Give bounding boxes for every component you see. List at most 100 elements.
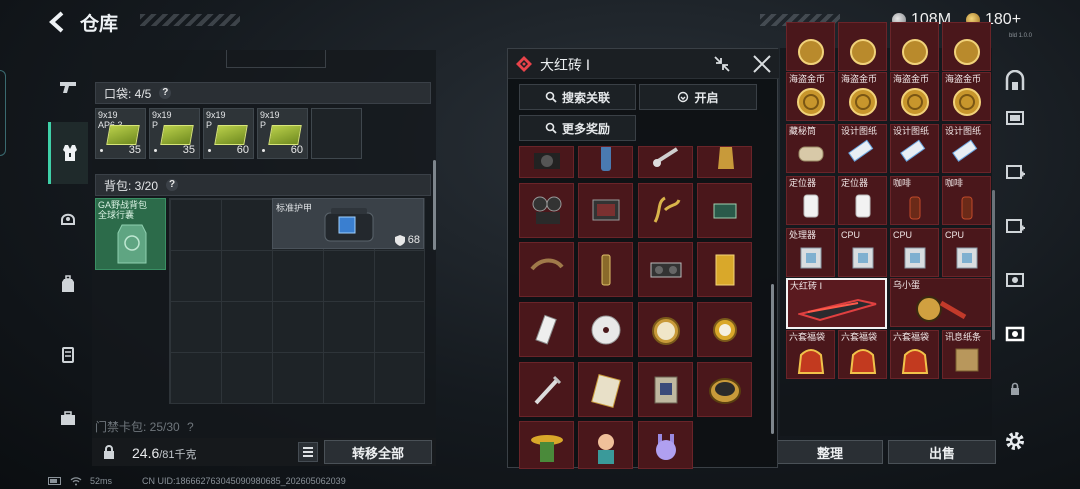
armor-item[interactable]: 标准护甲 68 xyxy=(272,198,424,249)
reward-item[interactable] xyxy=(519,421,574,469)
edge-tab[interactable] xyxy=(0,70,6,156)
reward-item[interactable] xyxy=(519,242,574,297)
list-view-button[interactable] xyxy=(298,442,318,462)
stash-item[interactable]: 讯息纸条 xyxy=(942,330,991,379)
stash-tab-1[interactable] xyxy=(1000,66,1030,96)
reward-item[interactable] xyxy=(697,242,752,297)
reward-item[interactable] xyxy=(578,146,633,178)
search-related-button[interactable]: 搜索关联 xyxy=(519,84,636,110)
pocket-slot-5[interactable] xyxy=(311,108,362,159)
nav-backpack[interactable] xyxy=(48,264,88,304)
popup-scrollbar[interactable] xyxy=(771,284,774,434)
flash-drive-icon xyxy=(535,314,557,345)
item-icon xyxy=(916,296,967,322)
pocket-slot-4[interactable]: 9x19 P 60 xyxy=(257,108,308,159)
item-popup[interactable]: 大红砖 Ⅰ 搜索关联 开启 更多奖励 xyxy=(507,48,779,469)
more-rewards-button[interactable]: 更多奖励 xyxy=(519,115,636,141)
reward-item[interactable] xyxy=(638,146,693,178)
stash-item[interactable]: 大红砖 Ⅰ xyxy=(786,278,887,329)
stash-tab-5[interactable] xyxy=(1000,264,1030,294)
pocket-slot-2[interactable]: 9x19 P 35 xyxy=(149,108,200,159)
list-icon xyxy=(303,447,313,457)
reward-item[interactable] xyxy=(578,183,633,238)
backpack-item[interactable]: GA野战背包 全球行囊 xyxy=(95,198,166,270)
reward-item[interactable] xyxy=(697,302,752,357)
stash-item[interactable] xyxy=(942,22,991,71)
nav-loadout[interactable] xyxy=(48,122,88,184)
stash-item[interactable]: 定位器 xyxy=(786,176,835,225)
stash-tab-6[interactable] xyxy=(1000,318,1030,348)
stash-item[interactable]: 六套福袋 xyxy=(786,330,835,379)
sell-button[interactable]: 出售 xyxy=(888,440,996,464)
stash-item[interactable]: 海盗金币 xyxy=(786,72,835,121)
reward-item[interactable] xyxy=(519,183,574,238)
nav-weapon[interactable] xyxy=(48,66,88,106)
settings-button[interactable] xyxy=(1000,426,1030,456)
stash-item[interactable]: 咖啡 xyxy=(942,176,991,225)
reward-item[interactable] xyxy=(697,362,752,417)
pocket-slot-3[interactable]: 9x19 P 60 xyxy=(203,108,254,159)
stash-panel[interactable]: 海盗金币 海盗金币 海盗金币 海盗金币 藏秘筒 设计图纸 设计图纸 设计图纸 定位器 定位器 咖啡 咖… xyxy=(780,22,992,436)
pocket-slot-1[interactable]: 9x19AP6.3 35 xyxy=(95,108,146,159)
nav-case[interactable] xyxy=(48,398,88,438)
stash-tab-2[interactable] xyxy=(1000,102,1030,132)
stash-item[interactable] xyxy=(890,22,939,71)
stash-item[interactable]: CPU xyxy=(838,228,887,277)
stash-item[interactable]: 海盗金币 xyxy=(890,72,939,121)
stash-tab-4[interactable] xyxy=(1000,210,1030,240)
stash-item[interactable]: 海盗金币 xyxy=(838,72,887,121)
item-name: 六套福袋 xyxy=(893,332,930,342)
stash-item[interactable] xyxy=(786,22,835,71)
help-icon[interactable]: ? xyxy=(166,179,179,191)
reward-item[interactable] xyxy=(578,362,633,417)
stash-item[interactable] xyxy=(838,22,887,71)
reward-item[interactable] xyxy=(697,183,752,238)
sort-button[interactable]: 整理 xyxy=(777,440,883,464)
stash-item[interactable]: 乌小蛋 xyxy=(890,278,991,327)
reward-item[interactable] xyxy=(578,421,633,469)
stash-item[interactable]: CPU xyxy=(942,228,991,277)
stash-tab-3[interactable] xyxy=(1000,156,1030,186)
reward-item[interactable] xyxy=(638,242,693,297)
reward-item[interactable] xyxy=(638,183,693,238)
stash-item[interactable]: 处理器 xyxy=(786,228,835,277)
stash-item[interactable]: 设计图纸 xyxy=(942,124,991,173)
status-bar: 52ms CN UID:186662763045090980685_202605… xyxy=(48,476,346,486)
stash-item[interactable]: 海盗金币 xyxy=(942,72,991,121)
reward-item[interactable] xyxy=(638,421,693,469)
stash-scrollbar[interactable] xyxy=(992,190,995,340)
open-button[interactable]: 开启 xyxy=(639,84,757,110)
stash-item[interactable]: 六套福袋 xyxy=(890,330,939,379)
reward-item[interactable] xyxy=(638,362,693,417)
reward-item[interactable] xyxy=(638,302,693,357)
armor-durability: 68 xyxy=(394,234,420,246)
transfer-all-button[interactable]: 转移全部 xyxy=(324,440,432,464)
stash-item[interactable]: 定位器 xyxy=(838,176,887,225)
stash-item[interactable]: 设计图纸 xyxy=(838,124,887,173)
close-icon[interactable] xyxy=(752,54,772,74)
stash-item[interactable]: 藏秘筒 xyxy=(786,124,835,173)
reward-item[interactable] xyxy=(519,302,574,357)
stash-item[interactable]: 六套福袋 xyxy=(838,330,887,379)
back-arrow-icon[interactable] xyxy=(46,10,70,34)
compass-icon xyxy=(652,317,680,345)
reward-item[interactable] xyxy=(578,242,633,297)
reward-item[interactable] xyxy=(697,146,752,178)
equipment-slot[interactable] xyxy=(226,50,326,68)
nav-helmet[interactable] xyxy=(48,198,88,238)
stash-item[interactable]: 设计图纸 xyxy=(890,124,939,173)
vest-icon xyxy=(62,145,77,161)
lock-icon[interactable] xyxy=(102,445,116,459)
stash-item[interactable]: 咖啡 xyxy=(890,176,939,225)
item-name: 海盗金币 xyxy=(789,74,826,84)
reward-item[interactable] xyxy=(519,362,574,417)
reward-item[interactable] xyxy=(519,146,574,178)
nav-rig[interactable] xyxy=(48,334,88,374)
collapse-icon[interactable] xyxy=(713,55,731,73)
inventory-scrollbar[interactable] xyxy=(433,160,436,250)
stash-item[interactable]: CPU xyxy=(890,228,939,277)
reward-item[interactable] xyxy=(578,302,633,357)
inventory-panel[interactable]: 口袋: 4/5 ? 9x19AP6.3 35 9x19P 35 9x19P 60… xyxy=(92,50,436,440)
stash-lock[interactable] xyxy=(1000,374,1030,404)
help-icon[interactable]: ? xyxy=(159,87,172,99)
